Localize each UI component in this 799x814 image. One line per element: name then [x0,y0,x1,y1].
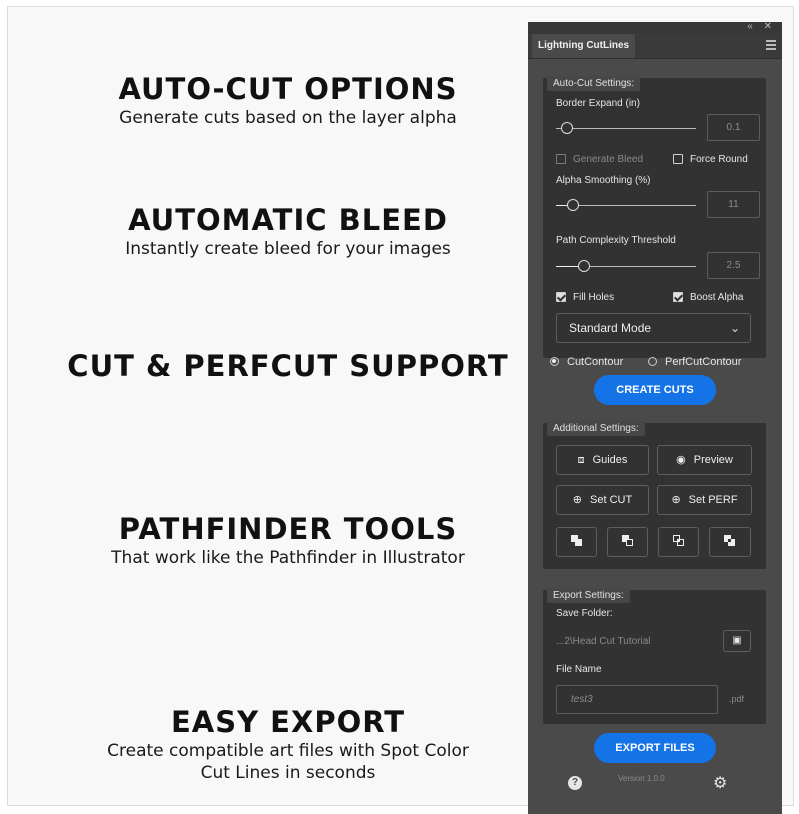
slider-handle[interactable] [561,122,573,134]
slider-handle[interactable] [567,199,579,211]
border-expand-label: Border Expand (in) [556,98,640,109]
guides-button[interactable]: ⧈ Guides [556,445,649,475]
button-label: Preview [693,454,733,466]
button-label: Guides [592,454,628,466]
feature-heading: AUTOMATIC BLEED [128,203,448,237]
button-label: Set CUT [590,494,633,506]
checkbox-box [556,154,566,164]
pathfinder-unite-button[interactable] [556,527,597,557]
feature-auto-cut: AUTO-CUT OPTIONS Generate cuts based on … [38,73,538,129]
pathfinder-unite-icon [570,535,583,547]
radio-dot [550,357,559,366]
checkbox-box [556,292,566,302]
border-expand-input[interactable]: 0.1 [707,114,760,141]
chevron-down-icon: ⌄ [729,321,740,335]
file-name-label: File Name [556,664,602,675]
feature-cut-perfcut: CUT & PERFCUT SUPPORT [38,350,538,382]
group-label: Additional Settings: [547,421,645,436]
alpha-smoothing-input[interactable]: 11 [707,191,760,218]
export-files-button[interactable]: EXPORT FILES [594,733,716,763]
set-perf-button[interactable]: ⊕ Set PERF [657,485,752,515]
browse-folder-button[interactable]: ▣ [723,630,751,652]
mode-select[interactable]: Standard Mode ⌄ [556,313,751,343]
radio-label: CutContour [567,356,624,368]
save-folder-label: Save Folder: [556,608,613,619]
boost-alpha-checkbox[interactable]: Boost Alpha [673,292,743,303]
pathfinder-minus-front-icon [621,535,634,547]
help-icon[interactable]: ? [568,776,582,790]
button-label: Set PERF [688,494,738,506]
guides-icon: ⧈ [577,454,585,466]
mode-select-value: Standard Mode [569,321,652,335]
pathfinder-minus-front-button[interactable] [607,527,648,557]
checkbox-label: Force Round [690,154,748,165]
feature-easy-export: EASY EXPORT Create compatible art files … [38,706,538,784]
tab-lightning-cutlines[interactable]: Lightning CutLines [532,34,636,58]
group-label: Auto-Cut Settings: [547,76,641,91]
panel-tabbar: Lightning CutLines [528,34,782,59]
pathfinder-exclude-icon [724,535,736,547]
checkbox-label: Boost Alpha [690,292,744,303]
slider-handle[interactable] [578,260,590,272]
fill-holes-checkbox[interactable]: Fill Holes [556,292,614,303]
folder-icon: ▣ [732,635,742,646]
panel-footer: ? Version 1.0.0 ⚙ [528,772,782,802]
panel-titlebar: « ✕ [528,21,782,34]
feature-heading: PATHFINDER TOOLS [118,512,458,546]
plus-circle-outline-icon: ⊕ [671,494,681,506]
force-round-checkbox[interactable]: Force Round [673,154,748,165]
path-complexity-label: Path Complexity Threshold [556,235,676,246]
feature-pathfinder: PATHFINDER TOOLS That work like the Path… [38,513,538,569]
checkbox-box [673,292,683,302]
radio-perfcutcontour[interactable]: PerfCutContour [648,356,741,368]
feature-heading: AUTO-CUT OPTIONS [118,72,458,106]
feature-description: Generate cuts based on the layer alpha [119,108,457,128]
alpha-smoothing-label: Alpha Smoothing (%) [556,175,651,186]
lightning-cutlines-panel: « ✕ Lightning CutLines Auto-Cut Settings… [528,21,782,814]
save-folder-path: ...2\Head Cut Tutorial [556,636,651,647]
feature-heading: EASY EXPORT [170,705,406,739]
additional-settings-group: Additional Settings: ⧈ Guides ◉ Preview ⊕ S… [543,421,766,569]
path-complexity-input[interactable]: 2.5 [707,252,760,279]
feature-heading: CUT & PERFCUT SUPPORT [67,349,509,383]
pathfinder-intersect-button[interactable] [658,527,699,557]
feature-description: Instantly create bleed for your images [125,239,451,259]
checkbox-label: Fill Holes [573,292,615,303]
window-controls[interactable]: « ✕ [747,21,776,32]
file-name-input[interactable]: test3 [556,685,718,714]
export-settings-group: Export Settings: Save Folder: ...2\Head … [543,588,766,724]
checkbox-box [673,154,683,164]
feature-automatic-bleed: AUTOMATIC BLEED Instantly create bleed f… [38,204,538,260]
pathfinder-intersect-icon [672,535,685,547]
pathfinder-exclude-button[interactable] [709,527,751,557]
create-cuts-button[interactable]: CREATE CUTS [594,375,716,405]
gear-icon[interactable]: ⚙ [713,773,727,793]
feature-description-line2: Cut Lines in seconds [200,763,376,783]
generate-bleed-checkbox[interactable]: Generate Bleed [556,154,643,165]
panel-menu-icon[interactable] [766,40,776,52]
eye-icon: ◉ [676,454,686,466]
group-label: Export Settings: [547,588,630,603]
version-label: Version 1.0.0 [618,774,665,783]
file-extension: .pdf [729,694,745,704]
feature-description: That work like the Pathfinder in Illustr… [111,548,465,568]
radio-dot [648,357,657,366]
checkbox-label: Generate Bleed [573,154,644,165]
radio-label: PerfCutContour [665,356,742,368]
auto-cut-settings-group: Auto-Cut Settings: Border Expand (in) 0.… [543,76,766,358]
plus-circle-filled-icon: ⊕ [572,494,583,506]
set-cut-button[interactable]: ⊕ Set CUT [556,485,649,515]
radio-cutcontour[interactable]: CutContour [550,356,623,368]
preview-button[interactable]: ◉ Preview [657,445,752,475]
feature-description: Create compatible art files with Spot Co… [107,741,469,761]
